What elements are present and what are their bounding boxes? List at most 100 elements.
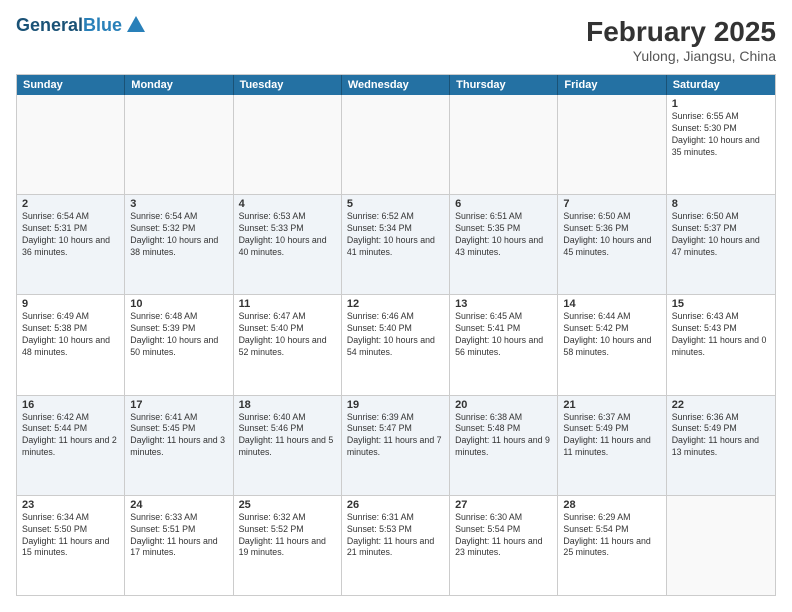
day-number: 22 <box>672 399 770 411</box>
day-number: 1 <box>672 98 770 110</box>
calendar-cell: 21Sunrise: 6:37 AM Sunset: 5:49 PM Dayli… <box>558 396 666 495</box>
calendar-cell: 24Sunrise: 6:33 AM Sunset: 5:51 PM Dayli… <box>125 496 233 595</box>
calendar-header: SundayMondayTuesdayWednesdayThursdayFrid… <box>17 75 775 95</box>
day-info: Sunrise: 6:36 AM Sunset: 5:49 PM Dayligh… <box>672 412 770 460</box>
header-cell-monday: Monday <box>125 75 233 95</box>
calendar-cell: 8Sunrise: 6:50 AM Sunset: 5:37 PM Daylig… <box>667 195 775 294</box>
day-info: Sunrise: 6:33 AM Sunset: 5:51 PM Dayligh… <box>130 512 227 560</box>
day-info: Sunrise: 6:32 AM Sunset: 5:52 PM Dayligh… <box>239 512 336 560</box>
calendar-cell: 16Sunrise: 6:42 AM Sunset: 5:44 PM Dayli… <box>17 396 125 495</box>
day-number: 19 <box>347 399 444 411</box>
day-info: Sunrise: 6:31 AM Sunset: 5:53 PM Dayligh… <box>347 512 444 560</box>
day-number: 6 <box>455 198 552 210</box>
day-info: Sunrise: 6:44 AM Sunset: 5:42 PM Dayligh… <box>563 311 660 359</box>
day-info: Sunrise: 6:29 AM Sunset: 5:54 PM Dayligh… <box>563 512 660 560</box>
day-info: Sunrise: 6:34 AM Sunset: 5:50 PM Dayligh… <box>22 512 119 560</box>
day-info: Sunrise: 6:42 AM Sunset: 5:44 PM Dayligh… <box>22 412 119 460</box>
header-cell-friday: Friday <box>558 75 666 95</box>
calendar-cell <box>234 95 342 194</box>
calendar-cell: 9Sunrise: 6:49 AM Sunset: 5:38 PM Daylig… <box>17 295 125 394</box>
day-number: 13 <box>455 298 552 310</box>
day-number: 5 <box>347 198 444 210</box>
header-cell-thursday: Thursday <box>450 75 558 95</box>
calendar-cell: 19Sunrise: 6:39 AM Sunset: 5:47 PM Dayli… <box>342 396 450 495</box>
day-info: Sunrise: 6:55 AM Sunset: 5:30 PM Dayligh… <box>672 111 770 159</box>
title-section: February 2025 Yulong, Jiangsu, China <box>586 16 776 64</box>
calendar-cell: 28Sunrise: 6:29 AM Sunset: 5:54 PM Dayli… <box>558 496 666 595</box>
day-number: 20 <box>455 399 552 411</box>
day-info: Sunrise: 6:52 AM Sunset: 5:34 PM Dayligh… <box>347 211 444 259</box>
day-number: 21 <box>563 399 660 411</box>
day-number: 10 <box>130 298 227 310</box>
day-info: Sunrise: 6:46 AM Sunset: 5:40 PM Dayligh… <box>347 311 444 359</box>
calendar-row-1: 1Sunrise: 6:55 AM Sunset: 5:30 PM Daylig… <box>17 95 775 195</box>
day-number: 11 <box>239 298 336 310</box>
day-number: 24 <box>130 499 227 511</box>
calendar-cell <box>667 496 775 595</box>
day-number: 28 <box>563 499 660 511</box>
calendar-cell: 27Sunrise: 6:30 AM Sunset: 5:54 PM Dayli… <box>450 496 558 595</box>
calendar-cell: 13Sunrise: 6:45 AM Sunset: 5:41 PM Dayli… <box>450 295 558 394</box>
header: GeneralBlue February 2025 Yulong, Jiangs… <box>16 16 776 64</box>
calendar-row-2: 2Sunrise: 6:54 AM Sunset: 5:31 PM Daylig… <box>17 195 775 295</box>
day-info: Sunrise: 6:41 AM Sunset: 5:45 PM Dayligh… <box>130 412 227 460</box>
calendar-cell: 10Sunrise: 6:48 AM Sunset: 5:39 PM Dayli… <box>125 295 233 394</box>
calendar-row-3: 9Sunrise: 6:49 AM Sunset: 5:38 PM Daylig… <box>17 295 775 395</box>
calendar: SundayMondayTuesdayWednesdayThursdayFrid… <box>16 74 776 596</box>
day-number: 16 <box>22 399 119 411</box>
day-info: Sunrise: 6:38 AM Sunset: 5:48 PM Dayligh… <box>455 412 552 460</box>
day-number: 4 <box>239 198 336 210</box>
day-number: 27 <box>455 499 552 511</box>
calendar-cell: 25Sunrise: 6:32 AM Sunset: 5:52 PM Dayli… <box>234 496 342 595</box>
calendar-cell: 23Sunrise: 6:34 AM Sunset: 5:50 PM Dayli… <box>17 496 125 595</box>
calendar-cell: 12Sunrise: 6:46 AM Sunset: 5:40 PM Dayli… <box>342 295 450 394</box>
calendar-cell <box>558 95 666 194</box>
calendar-cell: 3Sunrise: 6:54 AM Sunset: 5:32 PM Daylig… <box>125 195 233 294</box>
day-info: Sunrise: 6:40 AM Sunset: 5:46 PM Dayligh… <box>239 412 336 460</box>
calendar-cell <box>125 95 233 194</box>
day-number: 15 <box>672 298 770 310</box>
calendar-cell: 15Sunrise: 6:43 AM Sunset: 5:43 PM Dayli… <box>667 295 775 394</box>
subtitle: Yulong, Jiangsu, China <box>586 48 776 64</box>
header-cell-wednesday: Wednesday <box>342 75 450 95</box>
logo-icon <box>125 14 147 36</box>
day-info: Sunrise: 6:54 AM Sunset: 5:32 PM Dayligh… <box>130 211 227 259</box>
calendar-cell <box>342 95 450 194</box>
page: GeneralBlue February 2025 Yulong, Jiangs… <box>0 0 792 612</box>
day-info: Sunrise: 6:50 AM Sunset: 5:36 PM Dayligh… <box>563 211 660 259</box>
day-info: Sunrise: 6:30 AM Sunset: 5:54 PM Dayligh… <box>455 512 552 560</box>
calendar-cell: 14Sunrise: 6:44 AM Sunset: 5:42 PM Dayli… <box>558 295 666 394</box>
day-number: 14 <box>563 298 660 310</box>
day-number: 17 <box>130 399 227 411</box>
calendar-cell <box>450 95 558 194</box>
day-info: Sunrise: 6:48 AM Sunset: 5:39 PM Dayligh… <box>130 311 227 359</box>
calendar-cell: 20Sunrise: 6:38 AM Sunset: 5:48 PM Dayli… <box>450 396 558 495</box>
day-info: Sunrise: 6:43 AM Sunset: 5:43 PM Dayligh… <box>672 311 770 359</box>
day-number: 8 <box>672 198 770 210</box>
calendar-cell <box>17 95 125 194</box>
day-number: 26 <box>347 499 444 511</box>
logo-text: GeneralBlue <box>16 16 122 36</box>
calendar-cell: 26Sunrise: 6:31 AM Sunset: 5:53 PM Dayli… <box>342 496 450 595</box>
main-title: February 2025 <box>586 16 776 48</box>
calendar-cell: 2Sunrise: 6:54 AM Sunset: 5:31 PM Daylig… <box>17 195 125 294</box>
day-info: Sunrise: 6:50 AM Sunset: 5:37 PM Dayligh… <box>672 211 770 259</box>
calendar-cell: 11Sunrise: 6:47 AM Sunset: 5:40 PM Dayli… <box>234 295 342 394</box>
day-number: 3 <box>130 198 227 210</box>
calendar-body: 1Sunrise: 6:55 AM Sunset: 5:30 PM Daylig… <box>17 95 775 595</box>
day-number: 7 <box>563 198 660 210</box>
day-info: Sunrise: 6:53 AM Sunset: 5:33 PM Dayligh… <box>239 211 336 259</box>
day-info: Sunrise: 6:51 AM Sunset: 5:35 PM Dayligh… <box>455 211 552 259</box>
day-number: 23 <box>22 499 119 511</box>
header-cell-sunday: Sunday <box>17 75 125 95</box>
day-info: Sunrise: 6:45 AM Sunset: 5:41 PM Dayligh… <box>455 311 552 359</box>
calendar-cell: 17Sunrise: 6:41 AM Sunset: 5:45 PM Dayli… <box>125 396 233 495</box>
calendar-cell: 22Sunrise: 6:36 AM Sunset: 5:49 PM Dayli… <box>667 396 775 495</box>
day-number: 2 <box>22 198 119 210</box>
calendar-cell: 6Sunrise: 6:51 AM Sunset: 5:35 PM Daylig… <box>450 195 558 294</box>
day-info: Sunrise: 6:37 AM Sunset: 5:49 PM Dayligh… <box>563 412 660 460</box>
calendar-row-4: 16Sunrise: 6:42 AM Sunset: 5:44 PM Dayli… <box>17 396 775 496</box>
day-info: Sunrise: 6:49 AM Sunset: 5:38 PM Dayligh… <box>22 311 119 359</box>
day-info: Sunrise: 6:39 AM Sunset: 5:47 PM Dayligh… <box>347 412 444 460</box>
calendar-cell: 4Sunrise: 6:53 AM Sunset: 5:33 PM Daylig… <box>234 195 342 294</box>
